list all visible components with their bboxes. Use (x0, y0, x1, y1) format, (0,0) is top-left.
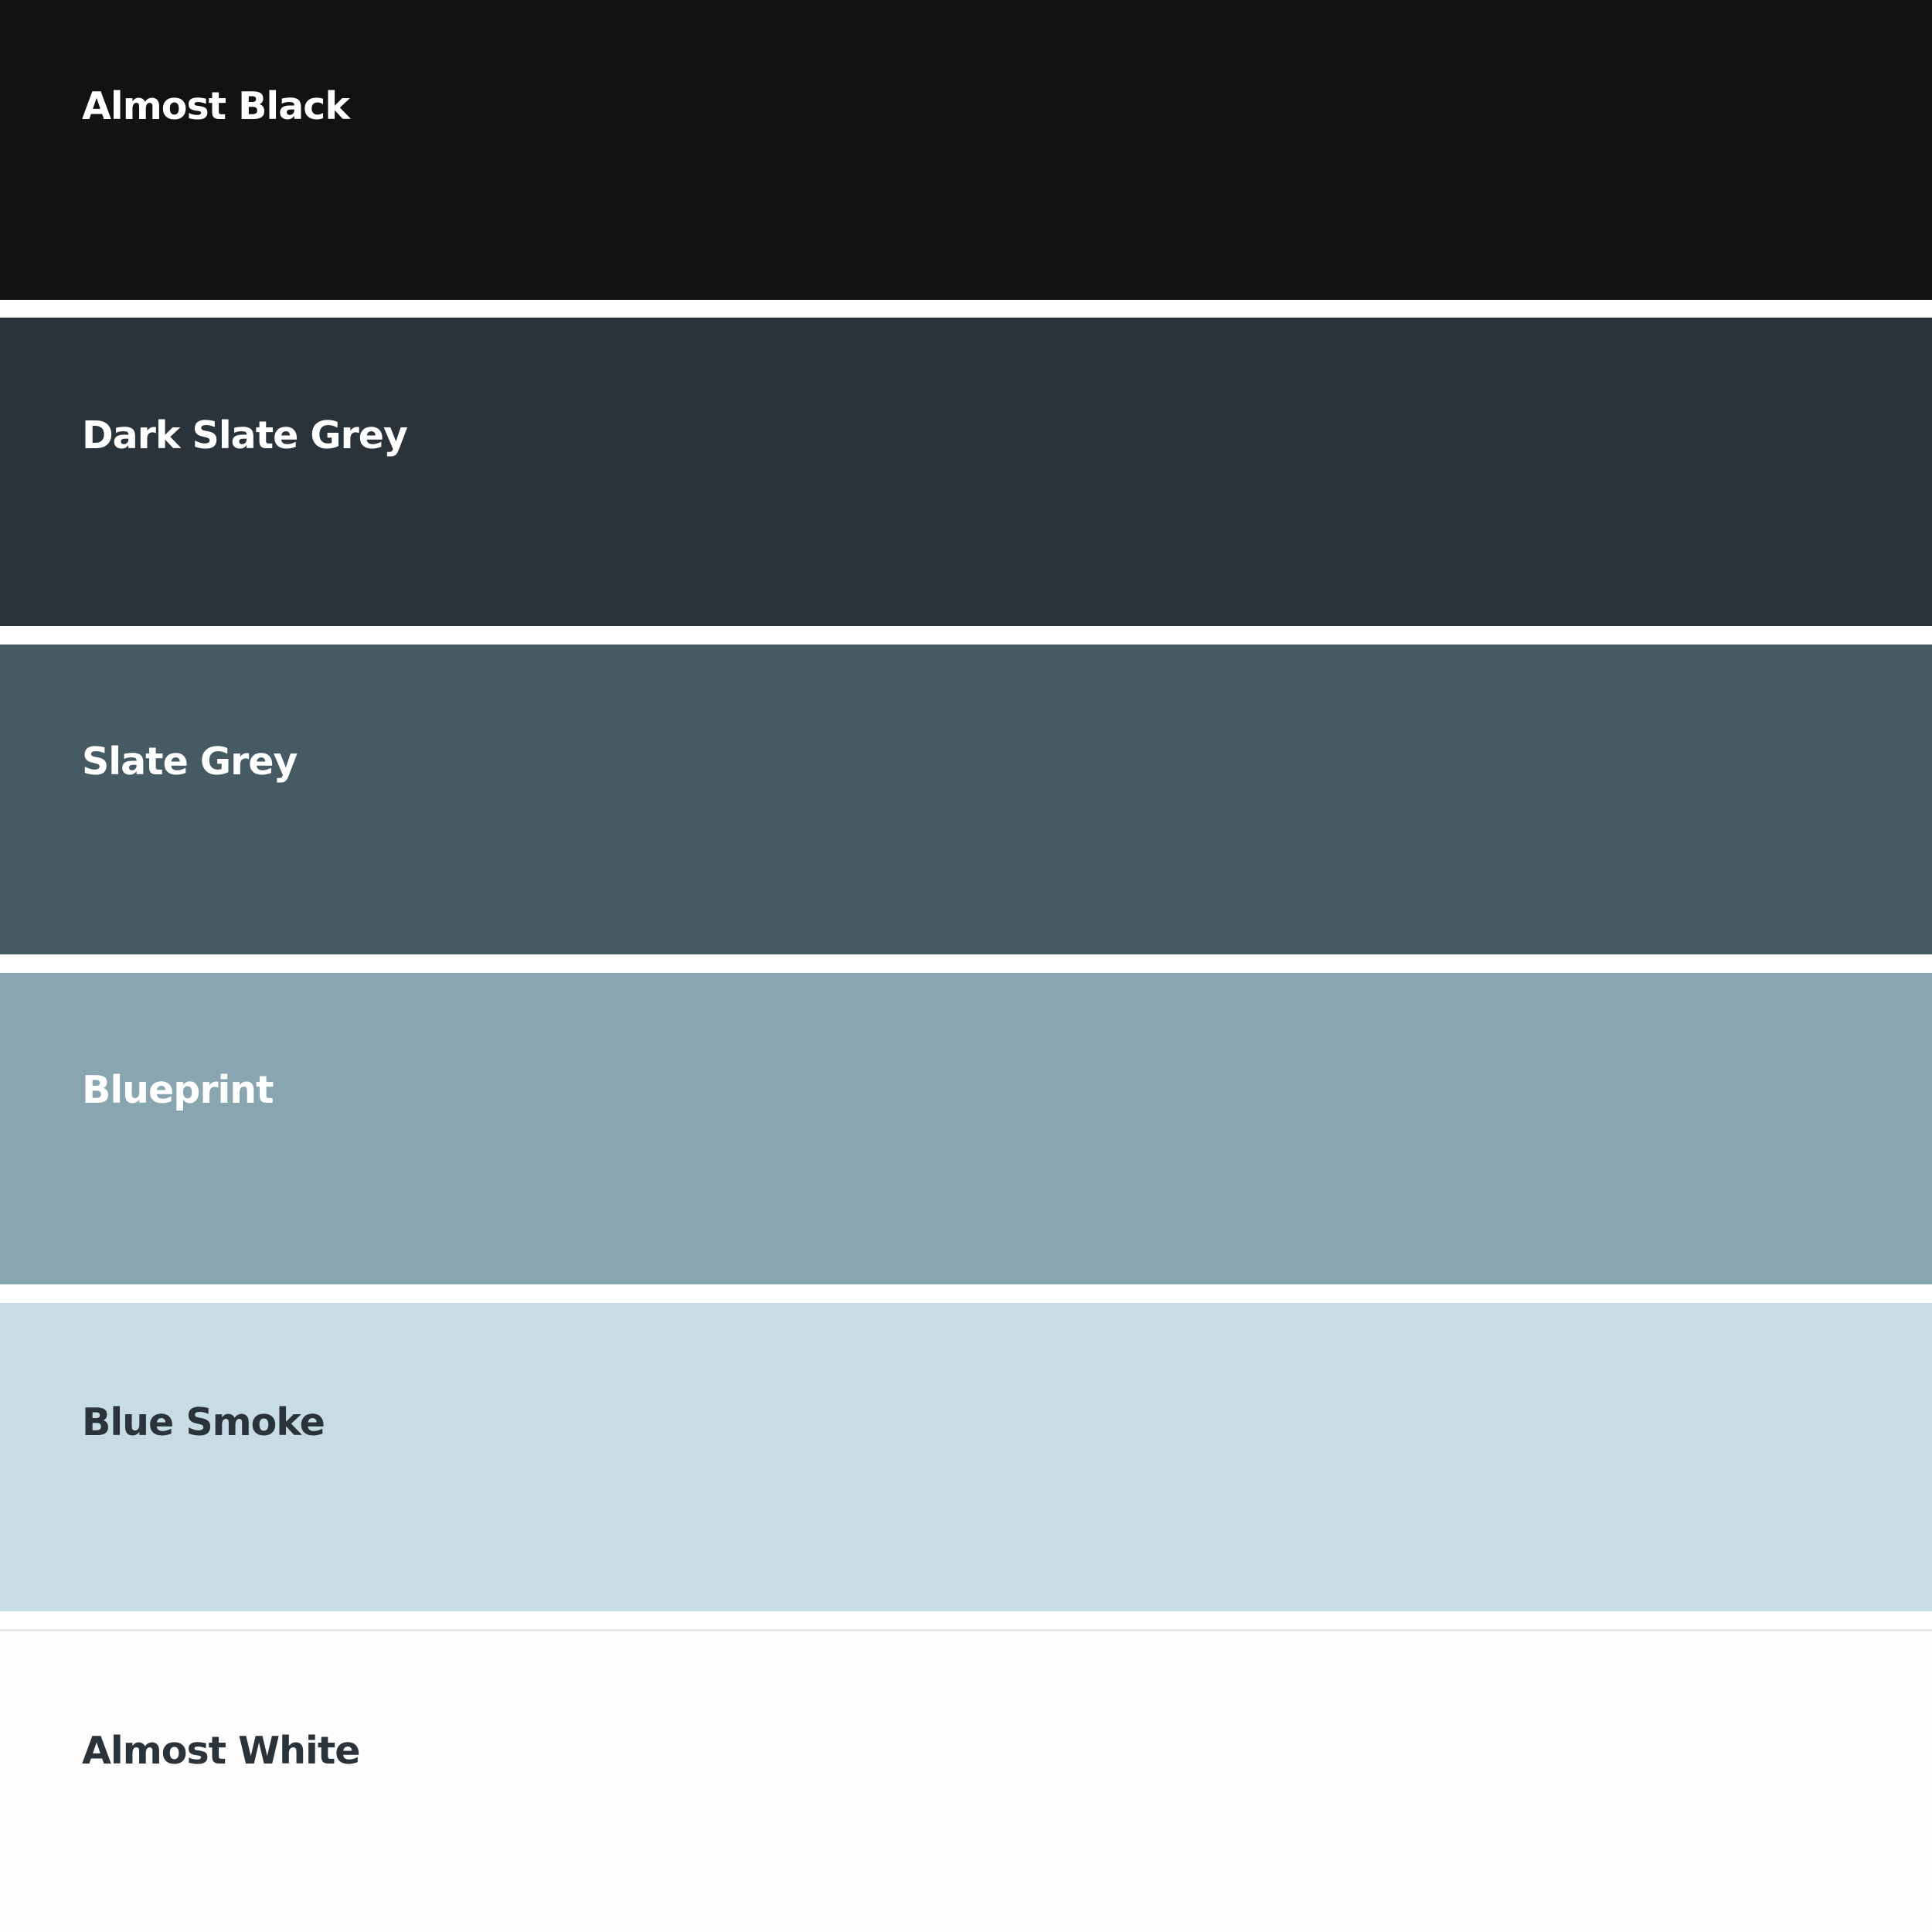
swatch-blueprint: Blueprint (0, 973, 1932, 1284)
swatch-label: Dark Slate Grey (82, 413, 408, 457)
swatch-label: Blueprint (82, 1068, 274, 1112)
swatch-slate-grey: Slate Grey (0, 645, 1932, 954)
swatch-label: Slate Grey (82, 740, 298, 784)
swatch-almost-white: Almost White (0, 1629, 1932, 1932)
swatch-blue-smoke: Blue Smoke (0, 1303, 1932, 1611)
swatch-almost-black: Almost Black (0, 0, 1932, 300)
swatch-label: Almost Black (82, 84, 350, 128)
swatch-dark-slate-grey: Dark Slate Grey (0, 318, 1932, 626)
swatch-label: Almost White (82, 1729, 360, 1773)
swatch-label: Blue Smoke (82, 1400, 325, 1444)
color-palette: Almost Black Dark Slate Grey Slate Grey … (0, 0, 1932, 1932)
